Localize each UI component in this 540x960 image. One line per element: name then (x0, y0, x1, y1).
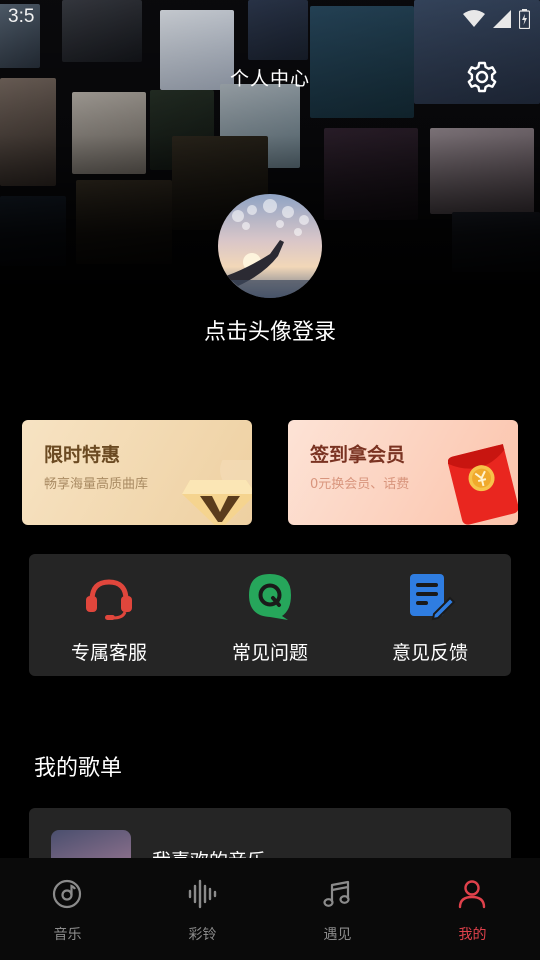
service-customer-support[interactable]: 专属客服 (29, 554, 189, 676)
section-title-my-playlists: 我的歌单 (34, 756, 123, 781)
music-disc-icon (52, 879, 82, 909)
service-label: 专属客服 (70, 642, 147, 664)
music-note-icon (323, 880, 350, 907)
service-label: 常见问题 (231, 642, 308, 664)
nav-tab-mine[interactable]: 我的 (405, 858, 540, 960)
gold-v-diamond-icon (182, 460, 252, 525)
nav-tab-music[interactable]: 音乐 (0, 858, 135, 960)
person-icon (458, 880, 486, 909)
battery-icon (519, 9, 530, 29)
service-faq[interactable]: 常见问题 (190, 554, 350, 676)
avatar[interactable] (218, 194, 322, 298)
services-panel: 专属客服 常见问题 意见反馈 (29, 554, 511, 676)
headset-icon (86, 579, 132, 620)
settings-button[interactable] (465, 60, 499, 94)
promo-card-checkin-vip[interactable]: 签到拿会员 0元换会员、话费 (288, 420, 518, 525)
promo-subtitle: 0元换会员、话费 (310, 477, 410, 492)
service-feedback[interactable]: 意见反馈 (350, 554, 510, 676)
signal-icon (493, 10, 511, 28)
nav-tab-discover[interactable]: 遇见 (270, 858, 405, 960)
promo-subtitle: 畅享海量高质曲库 (44, 477, 149, 492)
nav-tab-ringtone[interactable]: 彩铃 (135, 858, 270, 960)
sound-wave-icon (188, 879, 217, 909)
bottom-nav: 音乐 彩铃 遇见 我的 (0, 858, 540, 960)
nav-label: 彩铃 (188, 927, 217, 943)
status-bar: 3:5 (0, 0, 540, 36)
promo-card-limited-offer[interactable]: 限时特惠 畅享海量高质曲库 (22, 420, 252, 525)
feedback-edit-icon (410, 574, 456, 621)
gear-icon (467, 61, 497, 93)
login-prompt[interactable]: 点击头像登录 (0, 314, 540, 346)
nav-label: 遇见 (323, 927, 352, 943)
promo-title: 签到拿会员 (310, 444, 406, 466)
promo-title: 限时特惠 (44, 444, 121, 466)
status-icons (463, 9, 530, 29)
service-label: 意见反馈 (391, 642, 468, 664)
page-title: 个人中心 (229, 68, 310, 90)
nav-label: 音乐 (53, 927, 82, 943)
red-envelope-icon (448, 443, 518, 525)
faq-q-icon (249, 574, 291, 620)
wifi-icon (463, 10, 485, 27)
nav-label: 我的 (458, 927, 487, 943)
status-time: 3:5 (8, 6, 35, 27)
avatar-image (218, 194, 322, 298)
